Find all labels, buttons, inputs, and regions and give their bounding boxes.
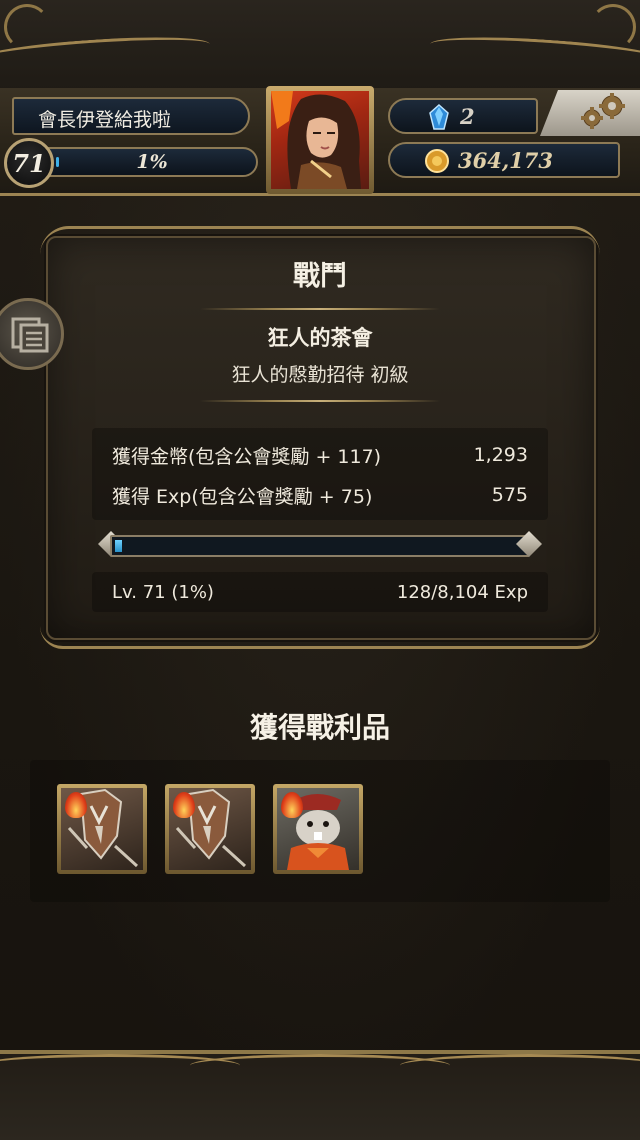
loot-item-knight-1[interactable] [57,784,147,874]
player-name: 會長伊登給我啦 [38,109,172,131]
loot-item-hamster[interactable] [273,784,363,874]
divider-top [200,308,440,310]
quest-subtitle: 狂人的慇勤招待 初級 [231,364,409,386]
loot-item-image [169,788,251,870]
reward-summary: 獲得金幣(包含公會獎勵 + 117) 1,293 獲得 Exp(包含公會獎勵 +… [92,428,548,520]
exp-reward-value: 575 [491,484,528,506]
coin-count: 364,173 [458,148,553,173]
player-xp-percent: 1% [136,151,168,173]
loot-item-knight-2[interactable] [165,784,255,874]
panel-top-ornament [40,226,600,255]
exp-progress-text: 128/8,104 Exp [396,581,528,603]
player-name-plate[interactable]: 會長伊登給我啦 [12,97,250,135]
gear-icon [581,93,625,129]
fire-element-icon [173,792,195,818]
loot-title: 獲得戰利品 [249,711,390,744]
ornament-flourish [400,1054,640,1077]
exp-progress-fill [115,540,122,552]
avatar-character-icon [271,91,361,189]
exp-reward-label: 獲得 Exp(包含公會獎勵 + 75) [112,485,373,508]
player-avatar[interactable] [266,86,374,194]
ornament-curl-icon [590,4,636,50]
blue-crystal-icon [429,104,449,130]
loot-item-image [61,788,143,870]
fire-element-icon [281,792,303,818]
level-text: Lv. 71 (1%) [112,581,214,603]
gem-counter[interactable]: 2 [388,98,538,134]
gem-count: 2 [460,104,475,129]
avatar-portrait [271,91,369,189]
level-progress-row: Lv. 71 (1%) 128/8,104 Exp [92,572,548,612]
gold-reward-label: 獲得金幣(包含公會獎勵 + 117) [112,445,382,468]
player-level-badge: 71 [4,138,54,188]
panel-bottom-ornament [40,626,600,649]
coin-counter[interactable]: 364,173 [388,142,620,178]
exp-progress-bar [110,535,530,557]
gold-reward-row: 獲得金幣(包含公會獎勵 + 117) 1,293 [112,440,528,470]
player-xp-bar: 1% [46,147,258,177]
quest-name: 狂人的茶會 [267,326,373,350]
exp-reward-row: 獲得 Exp(包含公會獎勵 + 75) 575 [112,480,528,510]
divider-bottom [200,400,440,402]
loot-item-image [277,788,359,870]
gold-reward-value: 1,293 [473,444,528,466]
result-title: 戰鬥 [293,261,347,292]
gold-coin-icon [425,149,449,173]
fire-element-icon [65,792,87,818]
